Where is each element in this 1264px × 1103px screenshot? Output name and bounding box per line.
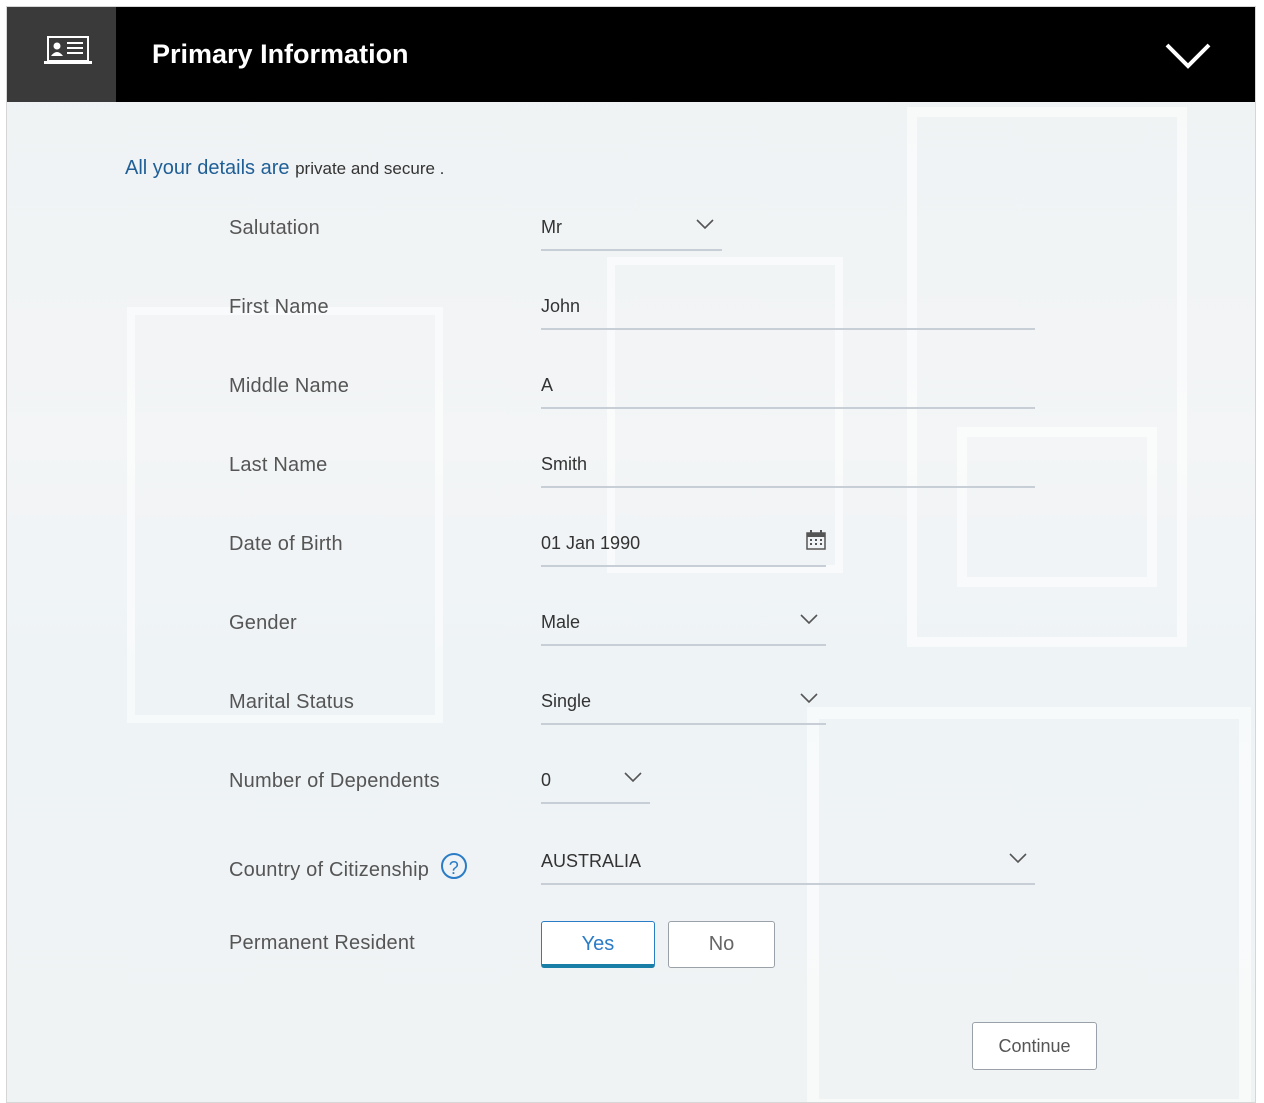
marital-status-label: Marital Status <box>229 691 355 713</box>
help-icon[interactable]: ? <box>440 853 467 879</box>
gender-label: Gender <box>229 612 297 634</box>
chevron-down-icon <box>624 772 642 783</box>
chevron-down-icon <box>1009 853 1027 864</box>
privacy-highlight: All your details are <box>125 157 290 179</box>
continue-button[interactable]: Continue <box>972 1022 1097 1070</box>
middle-name-label: Middle Name <box>229 375 350 397</box>
primary-information-panel: Primary Information All your details are… <box>6 6 1256 1103</box>
date-of-birth-label: Date of Birth <box>229 533 343 555</box>
chevron-down-icon <box>800 614 818 625</box>
dependents-label: Number of Dependents <box>229 770 440 792</box>
last-name-input[interactable]: Smith <box>541 454 1035 488</box>
first-name-input[interactable]: John <box>541 296 1035 330</box>
citizenship-select[interactable]: AUSTRALIA <box>541 851 1035 885</box>
first-name-value: John <box>541 296 581 316</box>
last-name-label: Last Name <box>229 454 328 476</box>
middle-name-input[interactable]: A <box>541 375 1035 409</box>
date-of-birth-input[interactable]: 01 Jan 1990 <box>541 530 826 567</box>
section-header[interactable]: Primary Information <box>7 7 1255 102</box>
chevron-down-icon[interactable] <box>1165 43 1211 69</box>
salutation-value: Mr <box>541 217 562 237</box>
date-of-birth-value: 01 Jan 1990 <box>541 533 641 553</box>
dependents-value: 0 <box>541 770 552 790</box>
chevron-down-icon <box>696 219 714 230</box>
permanent-resident-no-button[interactable]: No <box>668 921 775 968</box>
gender-select[interactable]: Male <box>541 612 826 646</box>
citizenship-value: AUSTRALIA <box>541 851 642 871</box>
chevron-down-icon <box>800 693 818 704</box>
id-card-icon <box>44 36 92 64</box>
permanent-resident-yes-button[interactable]: Yes <box>541 921 655 968</box>
salutation-select[interactable]: Mr <box>541 217 722 251</box>
header-icon-box <box>7 7 116 102</box>
privacy-rest: private and secure . <box>295 159 445 178</box>
citizenship-label-wrap: Country of Citizenship ? <box>229 853 467 882</box>
calendar-icon[interactable] <box>806 530 826 550</box>
first-name-label: First Name <box>229 296 329 318</box>
middle-name-value: A <box>541 375 554 395</box>
privacy-notice: All your details are private and secure … <box>125 157 444 180</box>
permanent-resident-label: Permanent Resident <box>229 932 415 954</box>
marital-status-value: Single <box>541 691 592 711</box>
dependents-select[interactable]: 0 <box>541 770 650 804</box>
last-name-value: Smith <box>541 454 588 474</box>
marital-status-select[interactable]: Single <box>541 691 826 725</box>
gender-value: Male <box>541 612 581 632</box>
citizenship-label: Country of Citizenship <box>229 859 430 881</box>
salutation-label: Salutation <box>229 217 320 239</box>
section-title: Primary Information <box>152 39 409 69</box>
